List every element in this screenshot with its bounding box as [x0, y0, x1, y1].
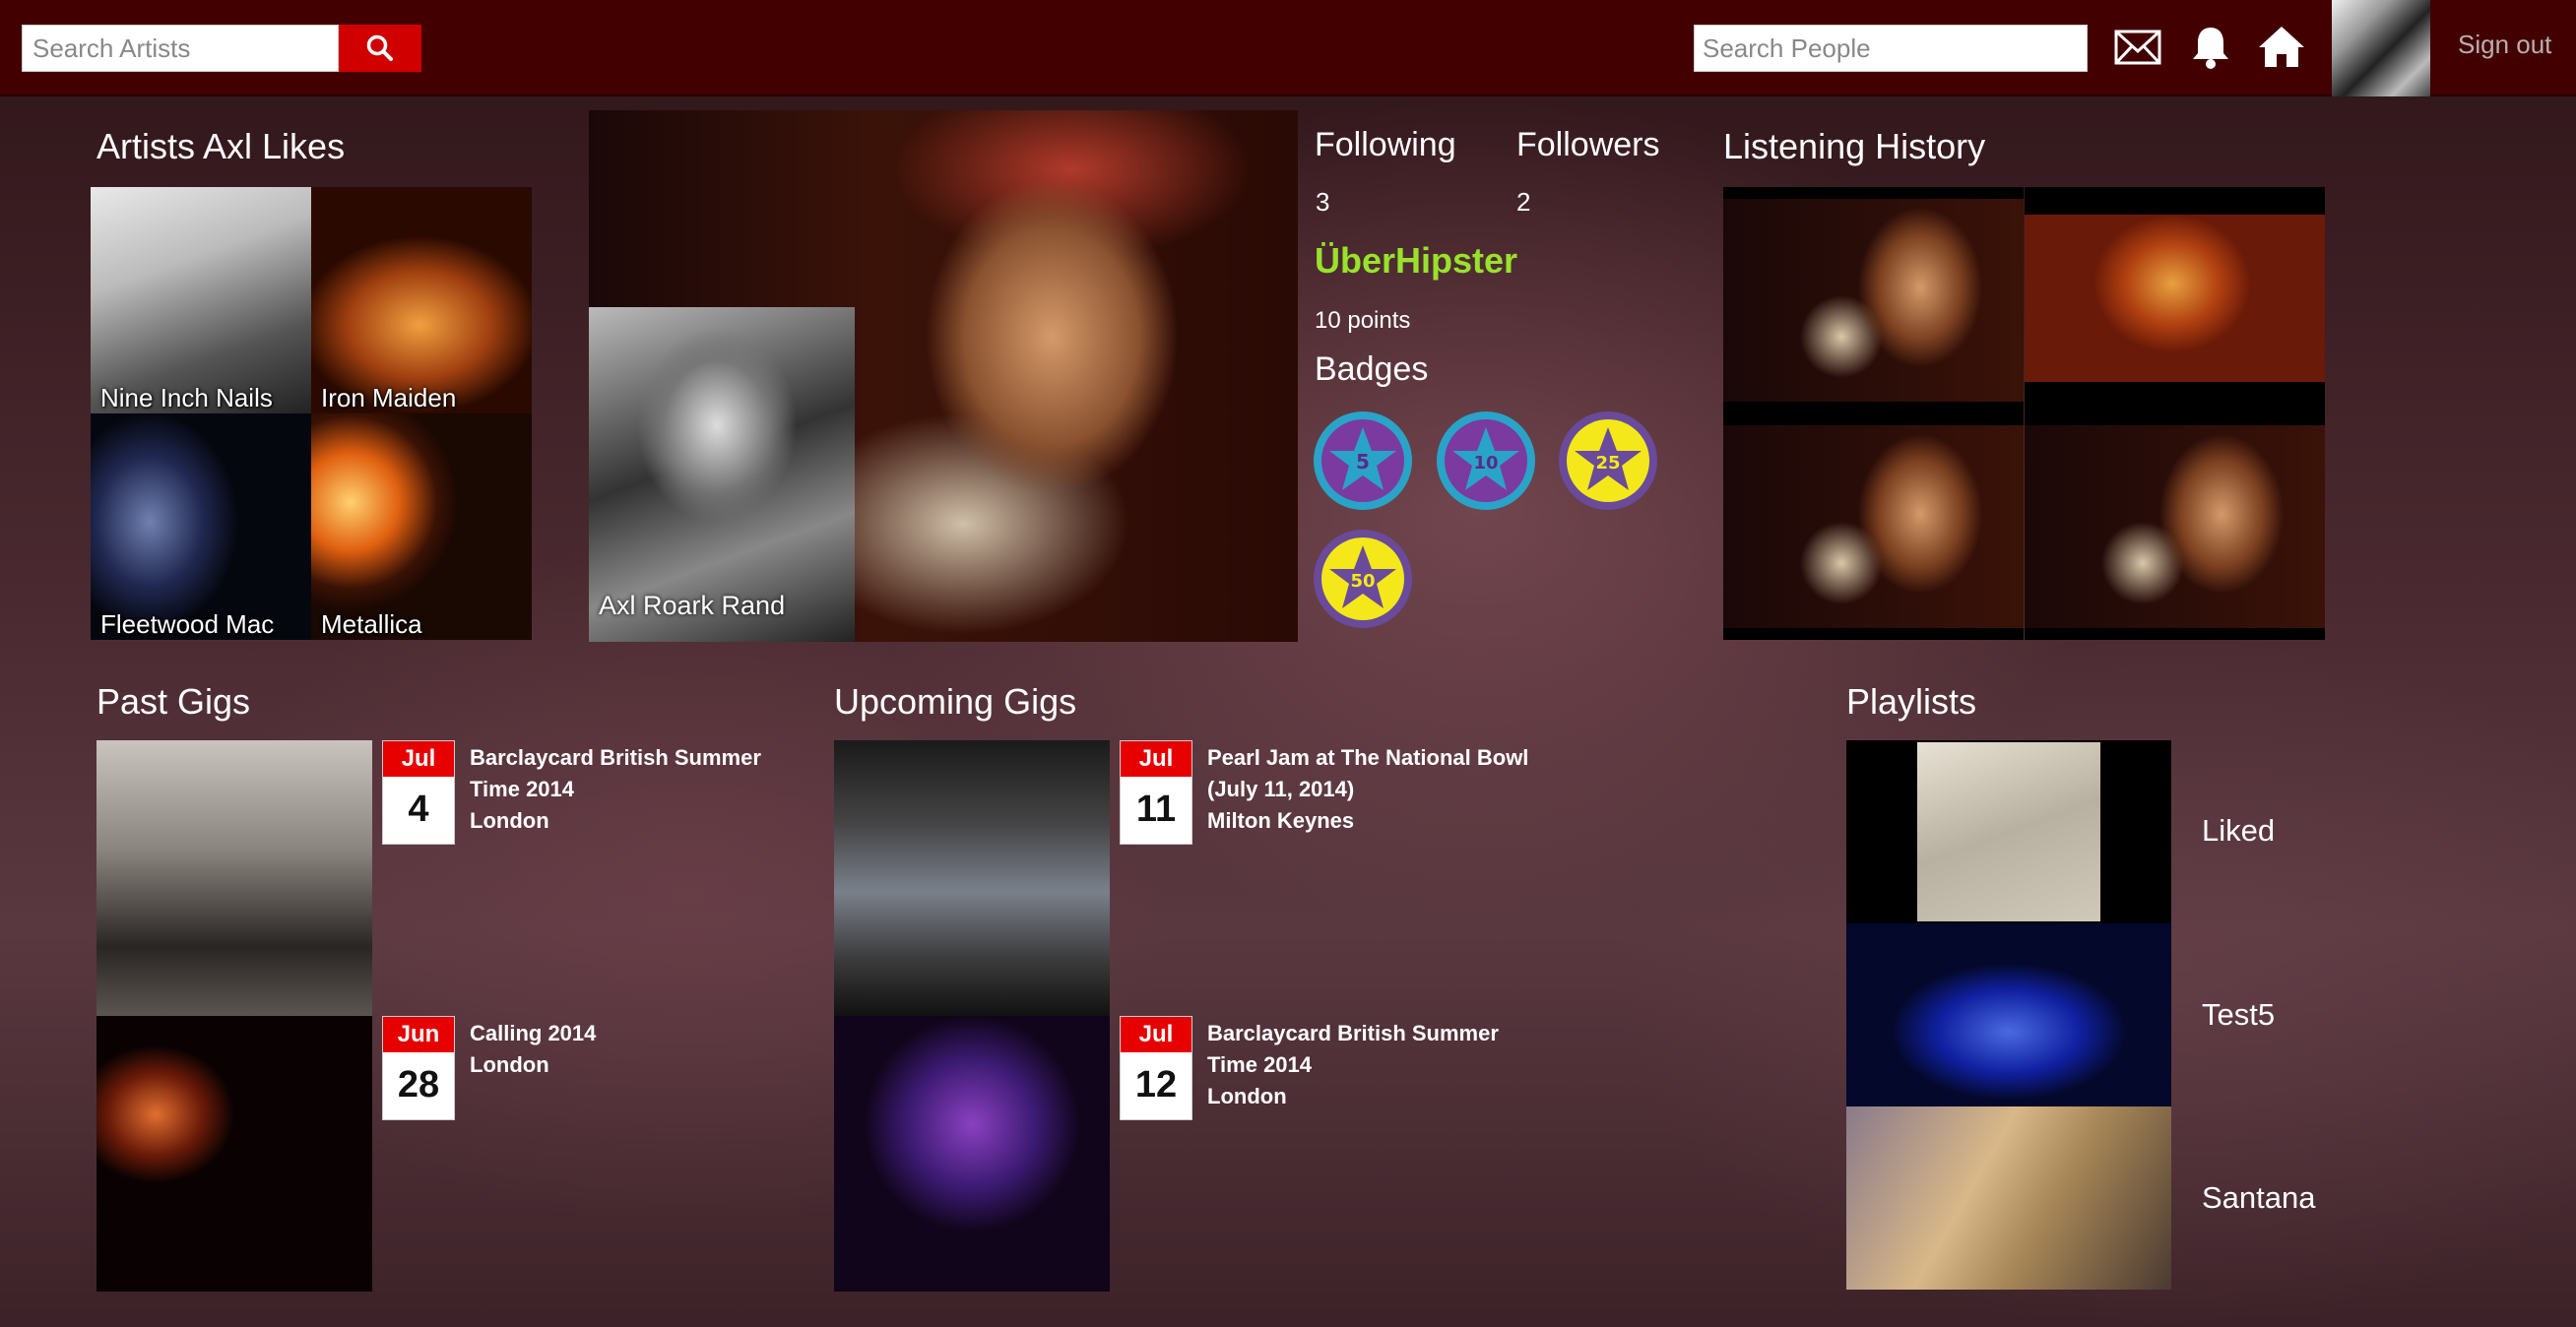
gig-month: Jul — [1121, 741, 1191, 777]
artist-name: Nine Inch Nails — [100, 383, 273, 412]
profile-name: Axl Roark Rand — [599, 591, 786, 620]
history-artwork — [2025, 215, 2325, 382]
followers-label[interactable]: Followers — [1516, 126, 1659, 164]
home-button[interactable] — [2257, 22, 2306, 71]
gig-city: London — [1207, 1084, 1287, 1108]
gig-date: Jul 11 — [1120, 740, 1192, 845]
artist-tile[interactable]: Nine Inch Nails — [91, 187, 311, 413]
playlist-name[interactable]: Liked — [2202, 813, 2275, 849]
gig-name: Barclaycard British Summer Time 2014 — [470, 745, 761, 801]
svg-text:5: 5 — [1356, 450, 1370, 474]
gig-city: Milton Keynes — [1207, 808, 1355, 833]
star-badge-icon: 5 — [1321, 419, 1404, 502]
user-avatar[interactable] — [2332, 0, 2430, 96]
followers-count: 2 — [1516, 187, 1531, 217]
gig-image[interactable] — [97, 1016, 372, 1292]
artist-name: Metallica — [321, 609, 422, 639]
svg-text:25: 25 — [1595, 453, 1620, 474]
history-item[interactable] — [2025, 413, 2325, 640]
artist-name: Iron Maiden — [321, 383, 457, 412]
following-count: 3 — [1316, 187, 1330, 217]
gig-date: Jun 28 — [382, 1016, 455, 1120]
gig-info[interactable]: Pearl Jam at The National Bowl (July 11,… — [1207, 742, 1532, 837]
gig-day: 4 — [408, 789, 429, 830]
gig-date: Jul 4 — [382, 740, 455, 845]
gig-month: Jun — [383, 1017, 454, 1052]
artists-title: Artists Axl Likes — [97, 126, 346, 166]
gig-day: 28 — [397, 1064, 440, 1106]
history-artwork — [1723, 425, 2024, 628]
star-badge-icon: 10 — [1445, 419, 1527, 502]
gig-day: 12 — [1134, 1064, 1178, 1106]
playlist-name[interactable]: Test5 — [2202, 997, 2275, 1033]
past-gigs-title: Past Gigs — [97, 681, 251, 722]
badge-5: 5 — [1314, 411, 1412, 510]
gig-name: Calling 2014 — [470, 1021, 597, 1045]
svg-text:10: 10 — [1473, 453, 1498, 474]
search-artists-button[interactable] — [339, 25, 421, 72]
artist-tile[interactable]: Fleetwood Mac — [91, 413, 311, 640]
gig-day: 11 — [1135, 789, 1177, 830]
history-item[interactable] — [1723, 413, 2024, 640]
playlist-artwork[interactable] — [1846, 1106, 2171, 1290]
messages-button[interactable] — [2113, 28, 2162, 67]
gig-month: Jul — [1121, 1017, 1191, 1052]
badge-10: 10 — [1437, 411, 1535, 510]
badges-title: Badges — [1315, 350, 1429, 388]
gig-info[interactable]: Barclaycard British Summer Time 2014 Lon… — [1207, 1018, 1532, 1112]
envelope-icon — [2114, 30, 2161, 65]
artist-name: Fleetwood Mac — [100, 609, 275, 639]
history-artwork — [1723, 199, 2024, 402]
gig-name: Barclaycard British Summer Time 2014 — [1207, 1021, 1499, 1077]
gig-name: Pearl Jam at The National Bowl (July 11,… — [1207, 745, 1529, 801]
gig-month: Jul — [383, 741, 454, 777]
sign-out-link[interactable]: Sign out — [2458, 30, 2551, 60]
gig-info[interactable]: Calling 2014 London — [470, 1018, 795, 1081]
gig-image[interactable] — [834, 740, 1110, 1016]
gig-image[interactable] — [834, 1016, 1110, 1292]
history-item[interactable] — [1723, 187, 2024, 413]
following-label[interactable]: Following — [1315, 126, 1456, 164]
points-value: 10 points — [1315, 307, 1411, 334]
gig-city: London — [470, 1052, 549, 1077]
search-artists-input[interactable] — [22, 25, 339, 72]
gig-date: Jul 12 — [1120, 1016, 1192, 1120]
star-badge-icon: 25 — [1567, 419, 1649, 502]
notifications-button[interactable] — [2188, 22, 2233, 71]
artist-tile[interactable]: Iron Maiden — [311, 187, 532, 413]
gig-city: London — [470, 808, 549, 833]
playlists-title: Playlists — [1846, 681, 1977, 722]
gig-image[interactable] — [97, 740, 372, 1016]
rank-title: ÜberHipster — [1315, 240, 1518, 281]
badge-50: 50 — [1314, 530, 1412, 628]
star-badge-icon: 50 — [1321, 537, 1404, 620]
playlist-artwork[interactable] — [1846, 740, 2171, 923]
upcoming-gigs-title: Upcoming Gigs — [834, 681, 1077, 722]
playlist-name[interactable]: Santana — [2202, 1180, 2316, 1216]
search-people-input[interactable] — [1694, 25, 2088, 72]
search-icon — [366, 34, 393, 61]
gig-info[interactable]: Barclaycard British Summer Time 2014 Lon… — [470, 742, 795, 837]
home-icon — [2259, 27, 2304, 67]
listening-history-title: Listening History — [1723, 126, 1986, 166]
history-artwork — [2025, 425, 2325, 628]
album-cover — [1917, 742, 2100, 921]
playlist-artwork[interactable] — [1846, 923, 2171, 1106]
badge-25: 25 — [1559, 411, 1657, 510]
artist-tile[interactable]: Metallica — [311, 413, 532, 640]
svg-text:50: 50 — [1350, 571, 1375, 592]
bell-icon — [2193, 28, 2228, 69]
history-item[interactable] — [2025, 187, 2325, 413]
